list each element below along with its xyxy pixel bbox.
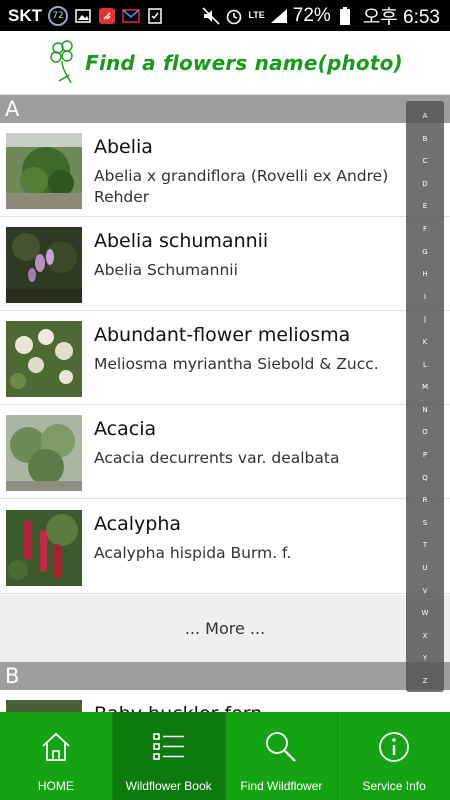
alphabet-index-letter[interactable]: U [406, 564, 444, 572]
flower-scientific-name: Abelia Schumannii [94, 261, 238, 279]
gallery-icon [74, 7, 92, 25]
alphabet-index-letter[interactable]: E [406, 202, 444, 210]
flower-name: Abundant-flower meliosma [94, 324, 351, 346]
alphabet-index-letter[interactable]: X [406, 632, 444, 640]
bottom-nav: HOME Wildflower Book Find Wildflower Ser… [0, 712, 450, 800]
flower-thumbnail [6, 321, 82, 397]
alphabet-index-letter[interactable]: N [406, 406, 444, 414]
more-button[interactable]: ... More ... [0, 595, 450, 662]
alphabet-index-letter[interactable]: D [406, 180, 444, 188]
search-icon [266, 732, 297, 762]
list-item[interactable]: Acacia Acacia decurrents var. dealbata [0, 405, 450, 499]
mail-icon [122, 7, 140, 25]
signal-icon [270, 7, 288, 25]
app-notification-icon [98, 7, 116, 25]
alphabet-index-letter[interactable]: Y [406, 654, 444, 662]
battery-percent: 72% [292, 4, 331, 26]
app-title: Find a flowers name(photo) [85, 50, 403, 75]
list-item[interactable]: Abelia Abelia x grandiflora (Rovelli ex … [0, 123, 450, 217]
flower-thumbnail [6, 415, 82, 491]
alphabet-index-letter[interactable]: M [406, 383, 444, 391]
battery-icon [336, 6, 354, 25]
download-done-icon [146, 7, 164, 25]
alphabet-index[interactable]: A B C D E F G H I J K L M N O P Q R S T U V W X Y Z [406, 101, 444, 692]
clock: 오후 6:53 [362, 7, 440, 28]
nav-find-wildflower-label: Find Wildflower [240, 779, 323, 793]
status-bar: SKT 72 LTE 72% 오후 6:53 [0, 0, 450, 31]
flower-scientific-name: Acalypha hispida Burm. f. [94, 544, 292, 562]
flower-name: Acacia [94, 418, 157, 440]
alphabet-index-letter[interactable]: K [406, 338, 444, 346]
alphabet-index-letter[interactable]: F [406, 225, 444, 233]
nav-wildflower-book[interactable]: Wildflower Book [112, 712, 226, 800]
flower-scientific-name: Meliosma myriantha Siebold & Zucc. [94, 355, 379, 373]
nav-home[interactable]: HOME [0, 712, 113, 800]
flower-name: Acalypha [94, 513, 182, 535]
alphabet-index-letter[interactable]: T [406, 541, 444, 549]
flower-scientific-name: Abelia x grandiflora (Rovelli ex Andre) … [94, 167, 389, 206]
list-item[interactable]: Abelia schumannii Abelia Schumannii [0, 217, 450, 311]
alphabet-index-letter[interactable]: G [406, 248, 444, 256]
nav-service-info[interactable]: Service Info [338, 712, 450, 800]
alphabet-index-letter[interactable]: B [406, 135, 444, 143]
flower-thumbnail [6, 510, 82, 586]
alphabet-index-letter[interactable]: R [406, 496, 444, 504]
nav-find-wildflower[interactable]: Find Wildflower [226, 712, 339, 800]
section-header-a: A [0, 95, 450, 123]
alphabet-index-letter[interactable]: S [406, 519, 444, 527]
flower-thumbnail [6, 133, 82, 209]
list-item[interactable]: Abundant-flower meliosma Meliosma myrian… [0, 311, 450, 405]
alphabet-index-letter[interactable]: H [406, 270, 444, 278]
nav-wildflower-book-label: Wildflower Book [125, 779, 212, 793]
section-header-b: B [0, 662, 450, 690]
alphabet-index-letter[interactable]: Q [406, 474, 444, 482]
alphabet-index-letter[interactable]: C [406, 157, 444, 165]
flower-name: Abelia [94, 136, 153, 158]
app-header: Find a flowers name(photo) [0, 31, 450, 95]
flower-thumbnail [6, 227, 82, 303]
list-item[interactable]: Acalypha Acalypha hispida Burm. f. [0, 500, 450, 594]
list-icon [152, 733, 184, 760]
alphabet-index-letter[interactable]: P [406, 451, 444, 459]
alphabet-index-letter[interactable]: W [406, 609, 444, 617]
alphabet-index-letter[interactable]: A [406, 112, 444, 120]
alphabet-index-letter[interactable]: L [406, 361, 444, 369]
flower-scientific-name: Acacia decurrents var. dealbata [94, 449, 340, 467]
flower-name: Abelia schumannii [94, 230, 269, 252]
network-type: LTE [248, 10, 265, 20]
mute-icon [202, 6, 220, 25]
notification-badge: 72 [48, 5, 68, 26]
nav-service-info-label: Service Info [362, 779, 426, 793]
alphabet-index-letter[interactable]: V [406, 587, 444, 595]
info-icon [379, 732, 410, 762]
carrier-label: SKT [8, 5, 42, 25]
nav-home-label: HOME [37, 779, 74, 793]
home-icon [42, 732, 70, 761]
alphabet-index-letter[interactable]: Z [406, 677, 444, 685]
alphabet-index-letter[interactable]: O [406, 428, 444, 436]
clover-logo-icon [50, 39, 73, 83]
alphabet-index-letter[interactable]: I [406, 293, 444, 301]
alarm-icon [225, 7, 243, 25]
alphabet-index-letter[interactable]: J [406, 315, 444, 323]
